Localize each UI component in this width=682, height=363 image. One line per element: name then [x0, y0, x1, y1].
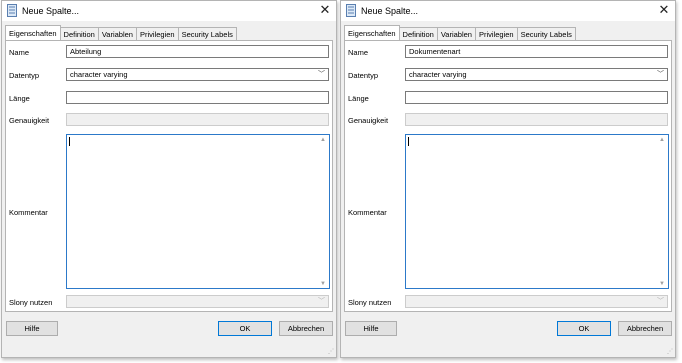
comment-scrollbar[interactable]: ▲ ▼ — [658, 137, 666, 287]
cancel-button[interactable]: Abbrechen — [279, 321, 333, 336]
column-icon — [7, 4, 17, 19]
datatype-value: character varying — [409, 70, 467, 79]
scroll-down-icon[interactable]: ▼ — [658, 281, 666, 287]
resize-grip-icon[interactable]: ⋰ — [328, 348, 334, 355]
comment-textarea[interactable]: ▲ ▼ — [405, 134, 669, 289]
datatype-label: Datentyp — [348, 71, 379, 80]
dialog-title: Neue Spalte... — [22, 6, 80, 16]
scroll-up-icon[interactable]: ▲ — [319, 137, 327, 143]
tab-definition[interactable]: Definition — [398, 27, 438, 41]
ok-button[interactable]: OK — [218, 321, 272, 336]
datatype-value: character varying — [70, 70, 128, 79]
slony-label: Slony nutzen — [348, 298, 392, 307]
slony-label: Slony nutzen — [9, 298, 53, 307]
precision-label: Genauigkeit — [348, 116, 389, 125]
tab-variablen[interactable]: Variablen — [97, 27, 137, 41]
tab-bar: Eigenschaften Definition Variablen Privileg… — [5, 25, 237, 41]
comment-scrollbar[interactable]: ▲ ▼ — [319, 137, 327, 287]
datatype-select[interactable]: character varying ﹀ — [66, 68, 329, 81]
precision-label: Genauigkeit — [9, 116, 50, 125]
comment-label: Kommentar — [9, 208, 48, 217]
tab-bar: Eigenschaften Definition Variablen Privileg… — [344, 25, 576, 41]
dialog-title: Neue Spalte... — [361, 6, 419, 16]
close-icon[interactable]: ✕ — [318, 3, 332, 17]
datatype-label: Datentyp — [9, 71, 40, 80]
length-input[interactable] — [66, 91, 329, 104]
tab-security-labels[interactable]: Security Labels — [516, 27, 576, 41]
name-label: Name — [348, 48, 369, 57]
text-caret — [408, 137, 409, 146]
length-input[interactable] — [405, 91, 668, 104]
close-icon[interactable]: ✕ — [657, 3, 671, 17]
name-label: Name — [9, 48, 30, 57]
text-caret — [69, 137, 70, 146]
chevron-down-icon: ﹀ — [657, 298, 664, 305]
new-column-dialog-right: Neue Spalte... ✕ Eigenschaften Definition… — [340, 0, 676, 358]
column-icon — [346, 4, 356, 19]
tab-variablen[interactable]: Variablen — [436, 27, 476, 41]
length-label: Länge — [9, 94, 30, 103]
datatype-select[interactable]: character varying ﹀ — [405, 68, 668, 81]
tab-eigenschaften[interactable]: Eigenschaften — [344, 25, 400, 41]
precision-input — [405, 113, 668, 126]
help-button[interactable]: Hilfe — [6, 321, 58, 336]
title-bar[interactable]: Neue Spalte... ✕ — [2, 1, 336, 21]
comment-label: Kommentar — [348, 208, 387, 217]
title-bar[interactable]: Neue Spalte... ✕ — [341, 1, 675, 21]
chevron-down-icon: ﹀ — [318, 298, 325, 305]
comment-textarea[interactable]: ▲ ▼ — [66, 134, 330, 289]
new-column-dialog-left: Neue Spalte... ✕ Eigenschaften Definition… — [1, 0, 337, 358]
properties-panel: Name Abteilung Datentyp character varyin… — [5, 40, 333, 312]
tab-privilegien[interactable]: Privilegien — [474, 27, 518, 41]
name-input[interactable]: Abteilung — [66, 45, 329, 58]
chevron-down-icon[interactable]: ﹀ — [657, 69, 664, 80]
precision-input — [66, 113, 329, 126]
help-button[interactable]: Hilfe — [345, 321, 397, 336]
slony-select: ﹀ — [405, 295, 668, 308]
chevron-down-icon[interactable]: ﹀ — [318, 69, 325, 80]
slony-select: ﹀ — [66, 295, 329, 308]
tab-definition[interactable]: Definition — [59, 27, 99, 41]
resize-grip-icon[interactable]: ⋰ — [667, 348, 673, 355]
scroll-up-icon[interactable]: ▲ — [658, 137, 666, 143]
tab-security-labels[interactable]: Security Labels — [177, 27, 237, 41]
length-label: Länge — [348, 94, 369, 103]
tab-privilegien[interactable]: Privilegien — [135, 27, 179, 41]
name-input[interactable]: Dokumentenart — [405, 45, 668, 58]
cancel-button[interactable]: Abbrechen — [618, 321, 672, 336]
tab-eigenschaften[interactable]: Eigenschaften — [5, 25, 61, 41]
ok-button[interactable]: OK — [557, 321, 611, 336]
scroll-down-icon[interactable]: ▼ — [319, 281, 327, 287]
properties-panel: Name Dokumentenart Datentyp character va… — [344, 40, 672, 312]
